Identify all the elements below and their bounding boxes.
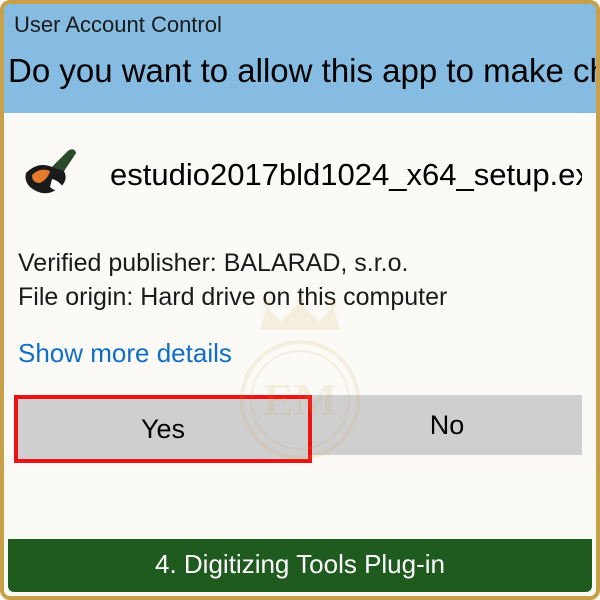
yes-button[interactable]: Yes xyxy=(18,399,308,459)
origin-label: File origin: xyxy=(18,283,133,311)
show-more-details-link[interactable]: Show more details xyxy=(18,338,232,369)
uac-body: EM estudio2017bld1024_x64_setup.exe Veri… xyxy=(4,113,596,476)
no-button[interactable]: No xyxy=(312,395,582,455)
uac-prompt: Do you want to allow this app to make ch… xyxy=(4,46,596,113)
publisher-info: Verified publisher: BALARAD, s.r.o. File… xyxy=(18,247,582,315)
origin-value: Hard drive on this computer xyxy=(140,283,447,311)
button-row: Yes No xyxy=(18,395,582,463)
uac-title: User Account Control xyxy=(14,12,222,37)
uac-title-bar: User Account Control xyxy=(4,4,596,46)
tutorial-caption: 4. Digitizing Tools Plug-in xyxy=(8,539,592,592)
publisher-label: Verified publisher: xyxy=(18,249,217,277)
app-filename: estudio2017bld1024_x64_setup.exe xyxy=(110,157,582,193)
app-icon xyxy=(18,143,82,207)
publisher-value: BALARAD, s.r.o. xyxy=(224,249,409,277)
